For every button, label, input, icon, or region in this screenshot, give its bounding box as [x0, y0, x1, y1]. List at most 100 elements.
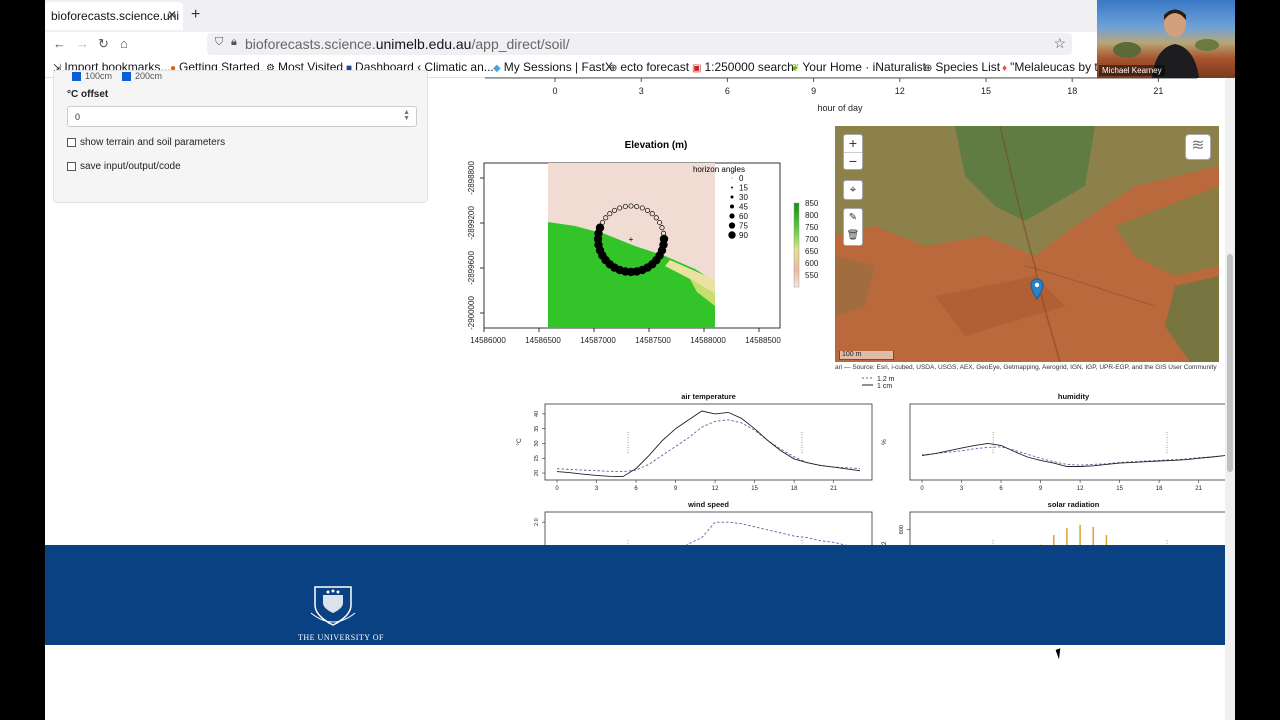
mini-chart-x-tick-label: 21	[1195, 486, 1202, 492]
horizon-legend-dot	[730, 195, 734, 199]
map-marker-icon[interactable]	[1030, 278, 1044, 300]
colorbar-label: 850	[805, 199, 819, 208]
locate-button[interactable]: ⌖	[843, 180, 863, 200]
elevation-y-tick-label: -2900000	[467, 296, 476, 330]
horizon-legend-title: horizon angles	[693, 165, 745, 174]
horizon-legend-label: 30	[739, 193, 748, 202]
back-icon[interactable]: ←	[53, 36, 66, 51]
horizon-legend-label: 60	[739, 212, 748, 221]
mini-chart-x-tick-label: 15	[751, 486, 758, 492]
inaturalist-icon: ❦	[791, 63, 800, 74]
university-name: THE UNIVERSITY OF	[298, 633, 384, 642]
top-chart-tick-label: 0	[552, 86, 557, 96]
bookmark-search[interactable]: ▣ 1:250000 search	[692, 60, 794, 74]
top-chart-tick-label: 6	[725, 86, 730, 96]
mini-chart-air-temperature: air temperature °C 0 3 6 9 12 15 18 21 20 25 30 35 40	[515, 392, 873, 492]
new-tab-icon[interactable]: +	[191, 6, 200, 24]
scrollbar-thumb[interactable]	[1227, 254, 1233, 472]
offset-input[interactable]: 0 ▲ ▼	[67, 106, 417, 127]
globe-icon: ⊕	[924, 63, 933, 74]
layers-button[interactable]: ≋	[1185, 134, 1211, 160]
elevation-colorbar	[793, 202, 800, 288]
spinner-icon[interactable]: ▲ ▼	[403, 109, 410, 122]
university-crest-logo	[310, 586, 356, 626]
tab-bar: bioforecasts.science.uni ✕ +	[45, 0, 1235, 32]
map-attribution: ari — Source: Esri, i-cubed, USDA, USGS,…	[835, 364, 1217, 371]
mini-chart-x-tick-label: 3	[960, 486, 964, 492]
zoom-in-button[interactable]: +	[844, 135, 862, 153]
mini-chart-x-tick-label: 3	[595, 486, 599, 492]
mini-chart-title: wind speed	[687, 500, 729, 509]
checkbox-icon	[67, 137, 76, 147]
bookmark-melaleucas[interactable]: ♦ "Melaleucas by th	[1002, 60, 1104, 74]
university-footer: THE UNIVERSITY OF	[45, 545, 1225, 645]
elevation-x-tick-label: 14586500	[525, 336, 561, 345]
mini-chart-x-tick-label: 6	[999, 486, 1003, 492]
shield-icon[interactable]: ⛉	[215, 36, 223, 49]
show-terrain-checkbox[interactable]: show terrain and soil parameters	[67, 137, 225, 148]
horizon-legend-dot	[729, 213, 735, 219]
address-bar[interactable]: ⛉ 🔒︎ bioforecasts.science.unimelb.edu.au…	[207, 33, 1072, 55]
page-scrollbar[interactable]	[1225, 78, 1235, 720]
mini-chart-x-tick-label: 0	[555, 486, 559, 492]
airbnb-icon: ♦	[1002, 63, 1008, 74]
horizon-legend-label: 75	[739, 222, 748, 231]
checkbox-checked-icon	[72, 72, 81, 82]
elevation-y-tick-label: -2899200	[467, 206, 476, 240]
tab-title: bioforecasts.science.uni	[51, 9, 180, 23]
depth-checkbox-200cm[interactable]: 200cm	[122, 71, 162, 82]
webcam-overlay: Michael Kearney	[1097, 0, 1235, 78]
elevation-y-tick-label: -2898800	[467, 161, 476, 195]
elevation-y-tick-label: -2899600	[467, 251, 476, 285]
horizon-legend-dot	[728, 222, 736, 229]
bookmark-ecto[interactable]: ⊕ ecto forecast	[609, 60, 689, 74]
fastx-icon: ◆	[493, 63, 501, 74]
top-chart-tick-label: 18	[1067, 86, 1077, 96]
horizon-legend-dot	[731, 177, 733, 179]
legend-label: 1.2 m	[877, 376, 895, 383]
zoom-out-button[interactable]: −	[844, 153, 862, 170]
pdf-icon: ▣	[692, 63, 702, 74]
lock-icon[interactable]: 🔒︎	[231, 36, 237, 49]
edit-layers-icon[interactable]: ✎	[844, 209, 862, 227]
mini-chart-humidity: humidity% 0 3 6 9 12 15 18 21	[881, 392, 1225, 492]
top-chart-tick-label: 21	[1153, 86, 1163, 96]
colorbar-label: 800	[805, 211, 819, 220]
mini-chart-y-tick-label: 25	[534, 455, 540, 461]
colorbar-label: 600	[805, 259, 819, 268]
satellite-imagery	[835, 126, 1219, 362]
home-icon[interactable]: ⌂	[120, 36, 128, 51]
depth-checkbox-100cm[interactable]: 100cm	[72, 71, 112, 82]
mini-chart-frame	[544, 403, 873, 481]
elevation-x-tick-label: 14587000	[580, 336, 616, 345]
bookmark-star-icon[interactable]: ☆	[1053, 35, 1066, 52]
bookmark-inaturalist[interactable]: ❦ Your Home · iNaturalist	[791, 60, 926, 74]
satellite-map[interactable]: + − ⌖ ✎ 🗑︎ ≋ 100 m	[835, 126, 1219, 362]
elevation-x-tick-label: 14588000	[690, 336, 726, 345]
horizon-legend-label: 90	[739, 231, 748, 240]
delete-layers-icon[interactable]: 🗑︎	[844, 227, 862, 245]
browser-window: bioforecasts.science.uni ✕ + ← → ↻ ⌂ ⛉ 🔒…	[45, 0, 1235, 720]
mini-chart-x-tick-label: 21	[830, 486, 837, 492]
forward-icon[interactable]: →	[76, 36, 89, 51]
zoom-control: + −	[843, 134, 863, 170]
presenter-name: Michael Kearney	[1099, 65, 1165, 76]
tab-bioforecasts[interactable]: bioforecasts.science.uni ✕	[45, 2, 183, 30]
mini-chart-x-tick-label: 12	[712, 486, 719, 492]
close-tab-icon[interactable]: ✕	[167, 8, 177, 22]
mini-chart-x-tick-label: 9	[674, 486, 678, 492]
bookmark-species-list[interactable]: ⊕ Species List	[924, 60, 1000, 74]
top-chart-tick-label: 15	[981, 86, 991, 96]
horizon-legend-dot	[731, 186, 733, 189]
map-scale: 100 m	[839, 351, 894, 360]
elevation-x-tick-label: 14588500	[745, 336, 781, 345]
reload-icon[interactable]: ↻	[98, 36, 109, 52]
top-chart-tick-label: 12	[895, 86, 905, 96]
save-io-checkbox[interactable]: save input/output/code	[67, 161, 181, 172]
nav-bar: ← → ↻ ⌂ ⛉ 🔒︎ bioforecasts.science.unimel…	[45, 32, 1235, 56]
bookmark-fastx[interactable]: ◆ My Sessions | FastX	[493, 60, 613, 74]
horizon-legend-dot	[728, 231, 736, 239]
mini-chart-y-tick-label: 30	[534, 440, 540, 446]
draw-toolbar: ✎ 🗑︎	[843, 208, 863, 246]
elevation-x-tick-label: 14587500	[635, 336, 671, 345]
